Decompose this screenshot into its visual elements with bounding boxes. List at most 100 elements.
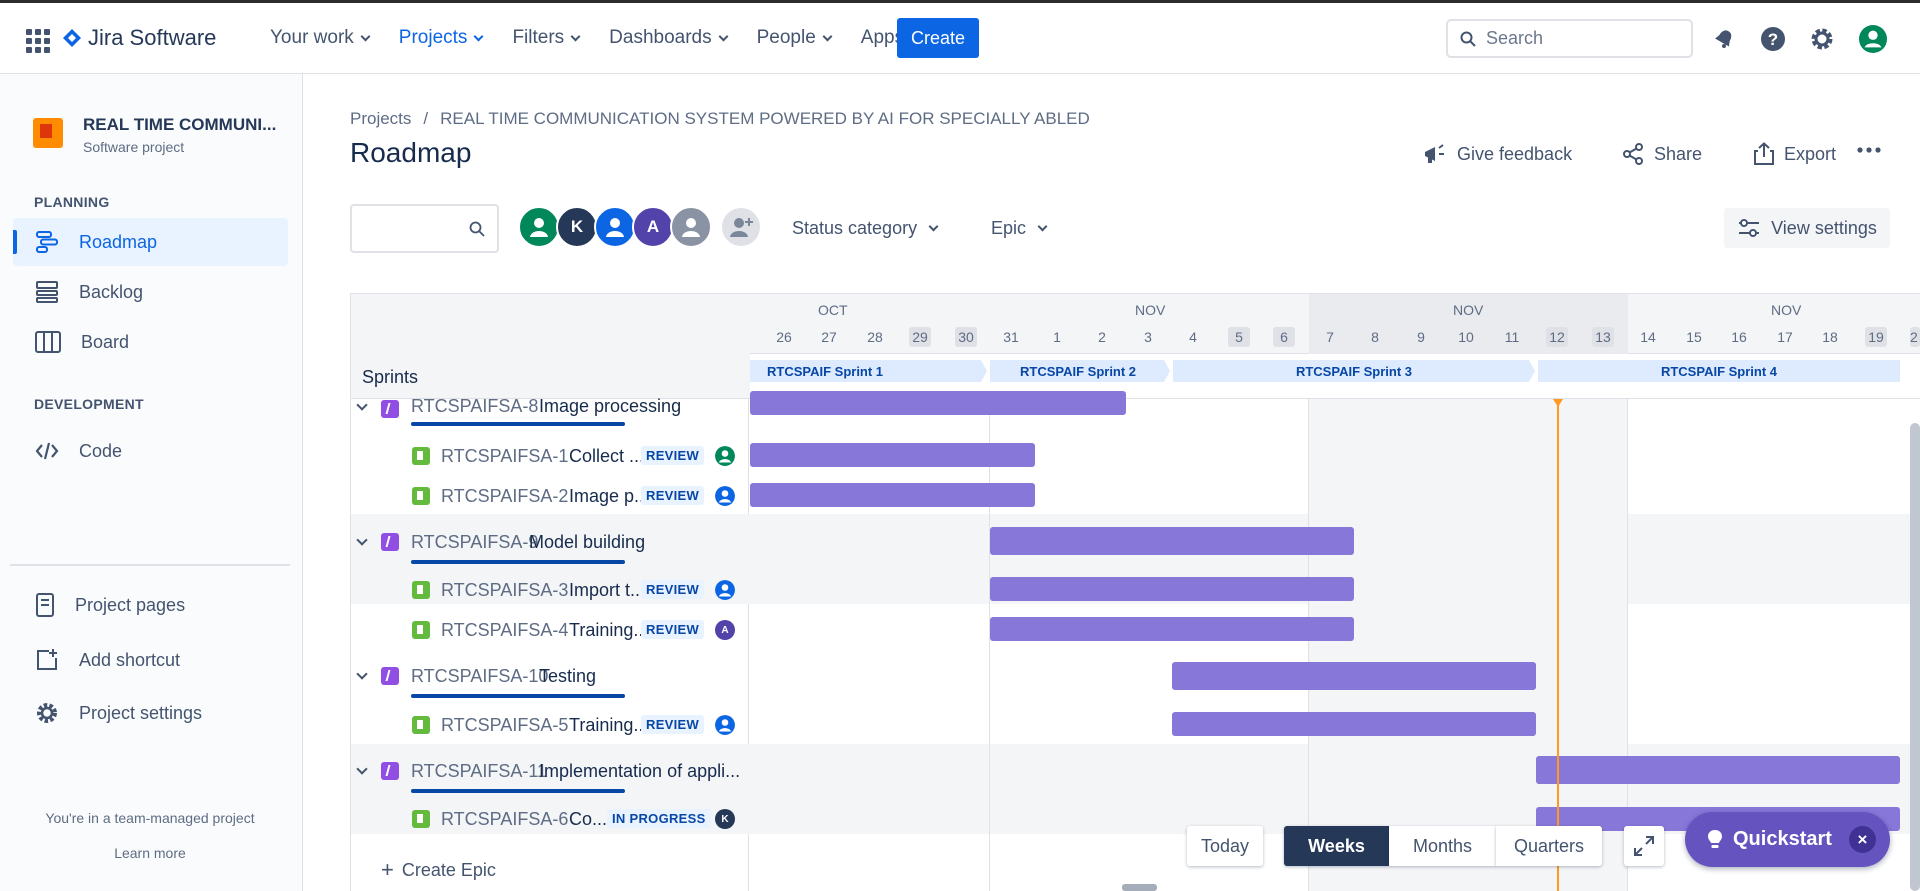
- search-input[interactable]: Search: [1446, 19, 1693, 58]
- sidebar-item-add-shortcut[interactable]: Add shortcut: [13, 636, 288, 684]
- give-feedback-button[interactable]: Give feedback: [1422, 142, 1572, 166]
- epic-row[interactable]: RTCSPAIFSA-10 Testing: [351, 656, 750, 696]
- issue-row[interactable]: RTCSPAIFSA-4 Training... REVIEW A: [351, 610, 750, 650]
- roadmap-search-input[interactable]: [350, 204, 499, 253]
- user-avatar[interactable]: [1859, 25, 1887, 53]
- epic-bar[interactable]: [1172, 662, 1536, 690]
- epic-row[interactable]: RTCSPAIFSA-9 Model building: [351, 522, 750, 562]
- day-label: 17: [1777, 329, 1793, 345]
- assignee-avatar[interactable]: A: [632, 206, 674, 248]
- issue-bar[interactable]: [750, 483, 1035, 507]
- sidebar-item-roadmap[interactable]: Roadmap: [13, 218, 288, 266]
- issue-row[interactable]: RTCSPAIFSA-3 Import t... REVIEW: [351, 570, 750, 610]
- breadcrumb-projects[interactable]: Projects: [350, 109, 411, 128]
- sidebar-item-project-settings[interactable]: Project settings: [13, 689, 288, 737]
- jira-logo[interactable]: Jira Software: [62, 25, 216, 51]
- quarters-button[interactable]: Quarters: [1496, 826, 1602, 866]
- assignee-avatar[interactable]: [715, 446, 735, 466]
- create-epic-button[interactable]: + Create Epic: [381, 857, 496, 883]
- horizontal-scroll-thumb[interactable]: [1122, 884, 1157, 891]
- share-icon: [1623, 143, 1643, 165]
- issue-bar[interactable]: [750, 443, 1035, 467]
- notifications-icon[interactable]: [1710, 25, 1738, 53]
- chevron-down-icon[interactable]: [356, 763, 368, 775]
- issue-key[interactable]: RTCSPAIFSA-2: [441, 486, 568, 507]
- svg-text:?: ?: [1768, 30, 1778, 49]
- sprint-bar[interactable]: RTCSPAIF Sprint 2: [990, 360, 1170, 382]
- issue-row[interactable]: RTCSPAIFSA-1 Collect ... REVIEW: [351, 436, 750, 476]
- issue-row[interactable]: RTCSPAIFSA-2 Image p... REVIEW: [351, 476, 750, 516]
- assignee-avatar[interactable]: [594, 206, 636, 248]
- sprint-bar[interactable]: RTCSPAIF Sprint 4: [1538, 360, 1900, 382]
- epic-row[interactable]: RTCSPAIFSA-8 Image processing: [351, 396, 750, 419]
- assignee-avatar[interactable]: [670, 206, 712, 248]
- assignee-avatar[interactable]: A: [715, 620, 735, 640]
- issue-summary: Collect ...: [569, 445, 645, 466]
- issue-key[interactable]: RTCSPAIFSA-10: [411, 666, 548, 687]
- avatar-initial: A: [646, 217, 660, 236]
- sidebar-item-project-pages[interactable]: Project pages: [13, 581, 288, 629]
- issue-key[interactable]: RTCSPAIFSA-8: [411, 396, 538, 417]
- issue-key[interactable]: RTCSPAIFSA-6: [441, 809, 568, 830]
- sidebar-item-backlog[interactable]: Backlog: [13, 268, 288, 316]
- fullscreen-button[interactable]: [1624, 826, 1664, 866]
- assignee-avatar[interactable]: [715, 715, 735, 735]
- issue-key[interactable]: RTCSPAIFSA-4: [441, 620, 568, 641]
- sidebar-item-board[interactable]: Board: [13, 318, 288, 366]
- story-icon: [412, 621, 430, 639]
- weeks-button[interactable]: Weeks: [1284, 826, 1389, 866]
- learn-more-link[interactable]: Learn more: [0, 845, 300, 861]
- epic-row[interactable]: RTCSPAIFSA-11 Implementation of appli...: [351, 751, 750, 791]
- share-button[interactable]: Share: [1621, 142, 1702, 166]
- sidebar-item-code[interactable]: Code: [13, 427, 288, 475]
- close-icon[interactable]: ×: [1849, 826, 1876, 853]
- epic-bar[interactable]: [750, 391, 1126, 415]
- assignee-avatar[interactable]: [715, 580, 735, 600]
- issue-key[interactable]: RTCSPAIFSA-3: [441, 580, 568, 601]
- epic-bar[interactable]: [990, 527, 1354, 555]
- vertical-scrollbar[interactable]: [1910, 423, 1920, 891]
- issue-key[interactable]: RTCSPAIFSA-5: [441, 715, 568, 736]
- nav-people[interactable]: People: [757, 27, 833, 49]
- nav-dashboards[interactable]: Dashboards: [609, 27, 729, 49]
- issue-row[interactable]: RTCSPAIFSA-5 Training... REVIEW: [351, 705, 750, 745]
- issue-row[interactable]: RTCSPAIFSA-6 Co... IN PROGRESS K: [351, 799, 750, 839]
- gear-icon: [37, 703, 57, 723]
- settings-gear-icon[interactable]: [1808, 25, 1836, 53]
- sprint-bar[interactable]: RTCSPAIF Sprint 1: [750, 360, 987, 382]
- issue-key[interactable]: RTCSPAIFSA-9: [411, 532, 538, 553]
- epic-bar[interactable]: [1536, 756, 1900, 784]
- help-icon[interactable]: ?: [1759, 25, 1787, 53]
- project-name[interactable]: REAL TIME COMMUNI...: [83, 115, 283, 135]
- assignee-avatar[interactable]: K: [556, 206, 598, 248]
- nav-projects[interactable]: Projects: [399, 27, 484, 49]
- create-button[interactable]: Create: [897, 18, 979, 58]
- issue-bar[interactable]: [990, 577, 1354, 601]
- assignee-avatar[interactable]: K: [715, 809, 735, 829]
- export-button[interactable]: Export: [1753, 142, 1836, 166]
- issue-bar[interactable]: [1172, 712, 1536, 736]
- more-actions-button[interactable]: [1857, 146, 1881, 154]
- sprint-bar[interactable]: RTCSPAIF Sprint 3: [1173, 360, 1535, 382]
- issue-key[interactable]: RTCSPAIFSA-11: [411, 761, 547, 782]
- assignee-avatar[interactable]: [518, 206, 560, 248]
- breadcrumb-project[interactable]: REAL TIME COMMUNICATION SYSTEM POWERED B…: [440, 109, 1090, 128]
- today-button[interactable]: Today: [1187, 826, 1263, 866]
- status-category-dropdown[interactable]: Status category: [792, 218, 939, 239]
- issue-bar[interactable]: [990, 617, 1354, 641]
- add-people-button[interactable]: [720, 206, 762, 248]
- nav-your-work[interactable]: Your work: [270, 27, 371, 49]
- nav-filters[interactable]: Filters: [512, 27, 581, 49]
- chevron-down-icon[interactable]: [356, 399, 368, 411]
- issue-key[interactable]: RTCSPAIFSA-1: [441, 446, 568, 467]
- status-badge: IN PROGRESS: [607, 809, 711, 828]
- assignee-avatar[interactable]: [715, 486, 735, 506]
- epic-dropdown[interactable]: Epic: [991, 218, 1048, 239]
- quickstart-button[interactable]: Quickstart ×: [1685, 812, 1890, 867]
- chevron-down-icon[interactable]: [356, 534, 368, 546]
- app-switcher-icon[interactable]: [26, 29, 50, 53]
- project-sidebar: REAL TIME COMMUNI... Software project PL…: [0, 74, 303, 891]
- view-settings-button[interactable]: View settings: [1724, 208, 1890, 248]
- chevron-down-icon[interactable]: [356, 668, 368, 680]
- months-button[interactable]: Months: [1389, 826, 1496, 866]
